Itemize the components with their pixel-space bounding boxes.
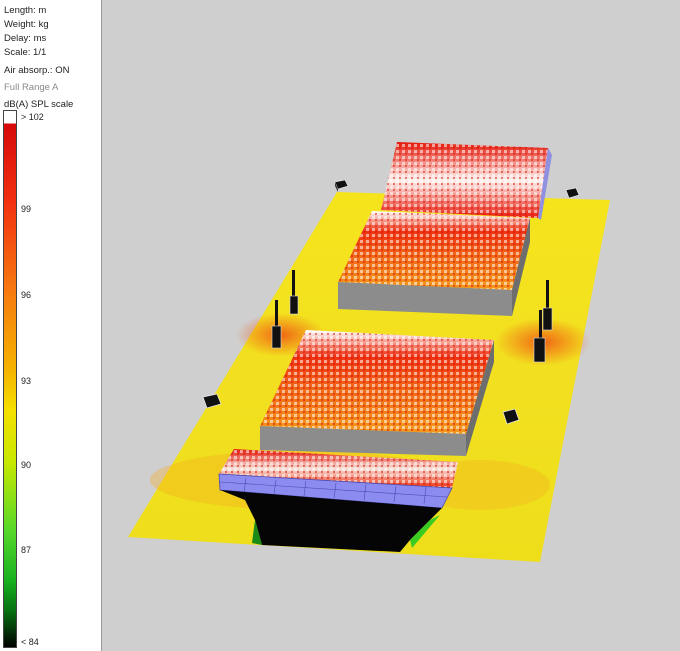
scale-tick-87: 87 <box>21 545 32 555</box>
speaker-box-back-left <box>334 179 349 192</box>
weight-unit-label: Weight: kg <box>4 19 49 30</box>
scale-tick-min: < 84 <box>21 637 39 647</box>
scale-tick-93: 93 <box>21 376 32 386</box>
frequency-band-label: Full Range A <box>4 82 59 93</box>
spl-color-scale <box>3 110 17 648</box>
scale-tick-90: 90 <box>21 460 32 470</box>
3d-viewport[interactable] <box>102 0 680 651</box>
scale-tick-99: 99 <box>21 204 32 214</box>
scale-label: Scale: 1/1 <box>4 47 47 58</box>
legend-panel: Length: m Weight: kg Delay: ms Scale: 1/… <box>0 0 102 651</box>
spl-scale-title: dB(A) SPL scale <box>4 99 74 110</box>
scale-tick-96: 96 <box>21 290 32 300</box>
delay-unit-label: Delay: ms <box>4 33 47 44</box>
scale-tick-max: > 102 <box>21 112 44 122</box>
air-absorption-label: Air absorp.: ON <box>4 65 70 76</box>
length-unit-label: Length: m <box>4 5 47 16</box>
speaker-box-back-right <box>565 187 580 199</box>
